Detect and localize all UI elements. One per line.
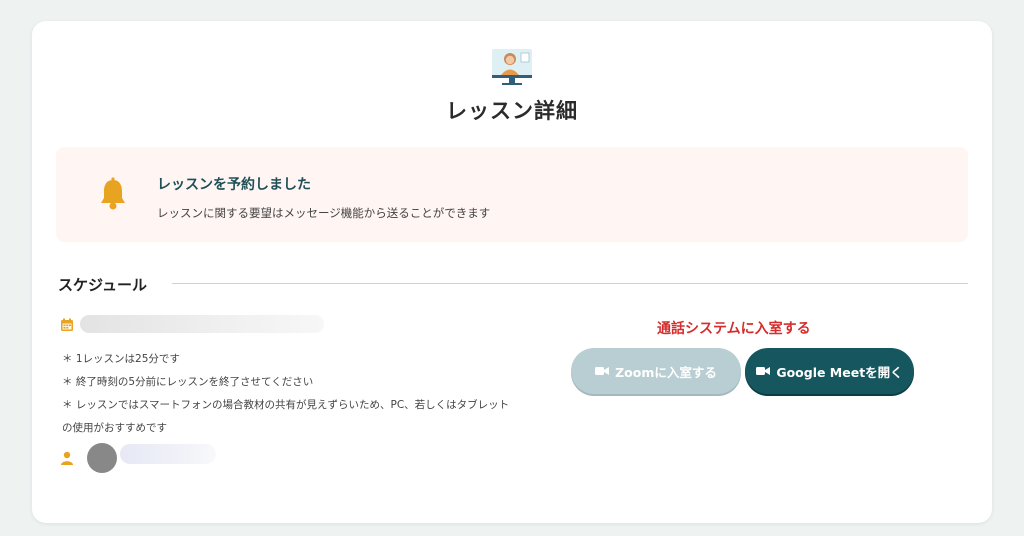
lesson-detail-card: レッスン詳細 レッスンを予約しました レッスンに関する要望はメッセージ機能から送… [32,21,992,523]
avatar[interactable] [87,443,117,473]
notice-text: レッスンに関する要望はメッセージ機能から送ることができます [157,206,491,220]
notice-title: レッスンを予約しました [157,177,311,193]
lesson-notes: ＊ 1レッスンは25分です ＊ 終了時刻の5分前にレッスンを終了させてください … [62,348,512,440]
google-meet-button[interactable]: Google Meetを開く [745,348,914,394]
video-camera-icon [595,367,610,375]
teacher-monitor-icon [492,49,532,85]
section-divider [172,283,968,284]
google-meet-label: Google Meetを開く [776,364,903,380]
lesson-date-blurred [80,315,324,333]
note-item: ＊ 終了時刻の5分前にレッスンを終了させてください [62,376,314,388]
call-system-heading: 通話システムに入室する [657,321,811,337]
bell-icon [101,177,125,210]
schedule-heading: スケジュール [58,276,147,294]
zoom-join-label: Zoomに入室する [615,364,717,380]
zoom-join-button[interactable]: Zoomに入室する [571,348,741,394]
page-title: レッスン詳細 [446,99,578,123]
reservation-notice: レッスンを予約しました レッスンに関する要望はメッセージ機能から送ることができま… [56,147,968,242]
teacher-name-blurred [120,444,216,464]
note-item: ＊ 1レッスンは25分です [62,353,180,365]
user-icon [61,451,73,465]
video-camera-icon [756,367,771,375]
note-item: ＊ レッスンではスマートフォンの場合教材の共有が見えずらいため、PC、若しくはタ… [62,399,510,434]
calendar-icon [61,318,73,331]
